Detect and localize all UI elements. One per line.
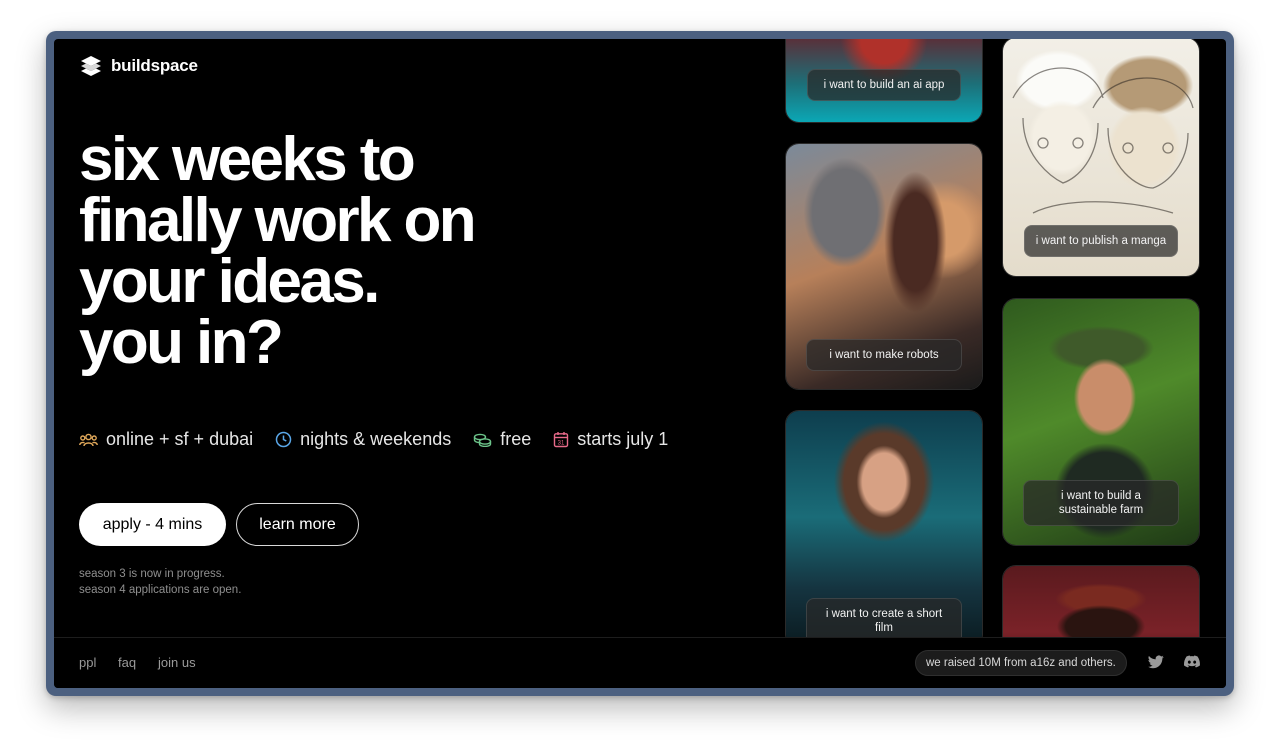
headline-line-3: your ideas. bbox=[79, 247, 380, 316]
footer-link-ppl[interactable]: ppl bbox=[79, 655, 96, 670]
card-manga[interactable]: i want to publish a manga bbox=[1002, 39, 1200, 277]
footer: ppl faq join us we raised 10M from a16z … bbox=[54, 637, 1226, 688]
discord-icon[interactable] bbox=[1184, 655, 1200, 668]
card-robots[interactable]: i want to make robots bbox=[785, 143, 983, 390]
info-time: nights & weekends bbox=[275, 429, 451, 450]
hero-headline: six weeks to finally work on your ideas.… bbox=[79, 125, 639, 377]
people-icon bbox=[79, 433, 98, 446]
clock-icon bbox=[275, 431, 292, 448]
coins-icon bbox=[474, 433, 492, 447]
svg-text:31: 31 bbox=[558, 441, 565, 447]
headline-line-2: finally work on bbox=[79, 186, 477, 255]
funding-badge[interactable]: we raised 10M from a16z and others. bbox=[915, 650, 1127, 676]
headline-line-4: you in? bbox=[79, 308, 284, 377]
card-label: i want to publish a manga bbox=[1024, 225, 1178, 257]
card-label: i want to build a sustainable farm bbox=[1023, 480, 1179, 526]
twitter-icon[interactable] bbox=[1148, 655, 1164, 669]
footer-link-faq[interactable]: faq bbox=[118, 655, 136, 670]
info-price: free bbox=[473, 429, 531, 450]
location-text: online + sf + dubai bbox=[106, 429, 254, 449]
card-sustainable-farm[interactable]: i want to build a sustainable farm bbox=[1002, 298, 1200, 546]
info-location: online + sf + dubai bbox=[79, 429, 253, 450]
brand-name: buildspace bbox=[111, 56, 198, 75]
footer-link-join-us[interactable]: join us bbox=[158, 655, 196, 670]
season-status-line-1: season 3 is now in progress. bbox=[79, 568, 225, 580]
price-text: free bbox=[500, 429, 532, 449]
logo[interactable]: buildspace bbox=[79, 55, 198, 77]
info-start: 31 starts july 1 bbox=[553, 429, 668, 450]
browser-frame: buildspace six weeks to finally work on … bbox=[46, 31, 1234, 696]
learn-more-button[interactable]: learn more bbox=[236, 503, 359, 546]
calendar-icon: 31 bbox=[554, 432, 569, 448]
apply-button[interactable]: apply - 4 mins bbox=[79, 503, 226, 546]
card-label: i want to make robots bbox=[806, 339, 962, 371]
buildspace-logo-icon bbox=[81, 56, 101, 76]
page: buildspace six weeks to finally work on … bbox=[54, 39, 1226, 688]
card-ai-app[interactable]: i want to build an ai app bbox=[785, 39, 983, 123]
season-status-line-2: season 4 applications are open. bbox=[79, 584, 242, 596]
info-row: online + sf + dubai nights & weekends fr… bbox=[79, 429, 690, 450]
start-text: starts july 1 bbox=[577, 429, 669, 449]
season-status: season 3 is now in progress. season 4 ap… bbox=[79, 566, 241, 598]
card-label: i want to build an ai app bbox=[807, 69, 961, 101]
time-text: nights & weekends bbox=[300, 429, 452, 449]
headline-line-1: six weeks to bbox=[79, 125, 416, 194]
card-short-film[interactable]: i want to create a short film bbox=[785, 410, 983, 648]
